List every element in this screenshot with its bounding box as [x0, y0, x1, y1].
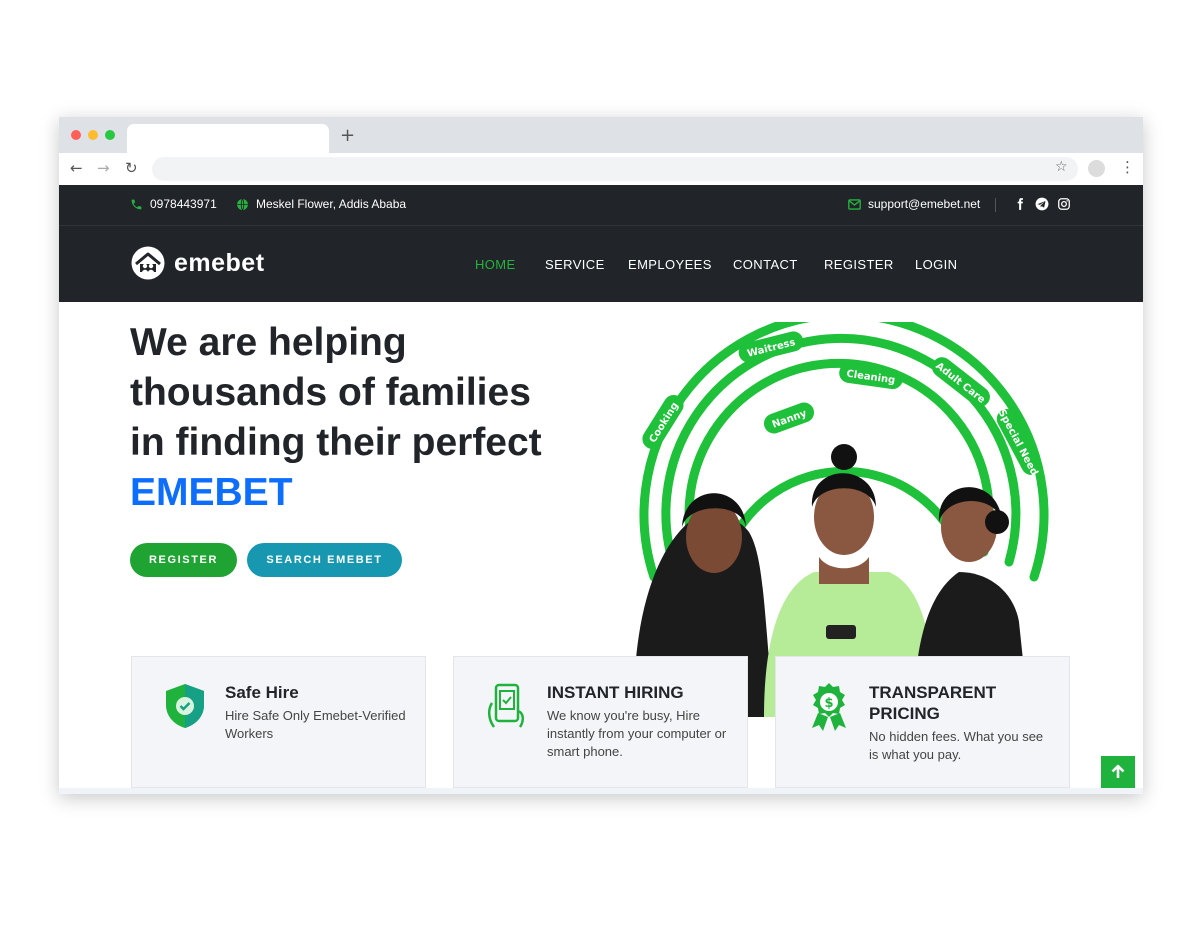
browser-window: + ← → ↻ ☆ ⋮ 0978443971 Meskel Flower, Ad…	[59, 117, 1143, 794]
browser-tab[interactable]	[127, 124, 329, 153]
browser-tab-bar: +	[59, 117, 1143, 153]
hero-heading-line-2: thousands of families	[130, 371, 531, 414]
telegram-icon[interactable]	[1035, 197, 1049, 211]
main-navbar: emebet HOME SERVICE EMPLOYEES CONTACT RE…	[59, 226, 1143, 302]
address-bar[interactable]	[152, 157, 1078, 181]
contact-topbar: 0978443971 Meskel Flower, Addis Ababa su…	[59, 185, 1143, 226]
location-text: Meskel Flower, Addis Ababa	[256, 197, 407, 211]
feature-title: TRANSPARENT PRICING	[869, 683, 997, 723]
nav-employees[interactable]: EMPLOYEES	[628, 257, 712, 272]
hero-heading: We are helping thousands of families in …	[130, 318, 600, 518]
phone-contact[interactable]: 0978443971	[130, 197, 217, 211]
phone-number: 0978443971	[150, 197, 217, 211]
feature-description: Hire Safe Only Emebet-Verified Workers	[225, 708, 406, 741]
browser-menu-button[interactable]: ⋮	[1120, 158, 1135, 176]
ring-label-nanny: Nanny	[763, 402, 815, 434]
email-contact[interactable]: support@emebet.net	[848, 197, 980, 211]
section-divider	[59, 788, 1143, 794]
hero-heading-brand: EMEBET	[130, 471, 293, 514]
instagram-icon[interactable]	[1057, 197, 1071, 211]
feature-title: Safe Hire	[225, 683, 299, 702]
hero-heading-line-3: in finding their perfect	[130, 421, 542, 464]
nav-login[interactable]: LOGIN	[915, 257, 957, 272]
feature-title: INSTANT HIRING	[547, 683, 684, 702]
scroll-to-top-button[interactable]	[1101, 756, 1135, 788]
email-address: support@emebet.net	[868, 197, 981, 211]
nav-home[interactable]: HOME	[475, 257, 516, 272]
bookmark-star-icon[interactable]: ☆	[1055, 159, 1068, 175]
profile-avatar[interactable]	[1088, 160, 1105, 177]
maximize-window-dot[interactable]	[105, 130, 115, 140]
search-emebet-button[interactable]: SEARCH EMEBET	[247, 543, 402, 577]
arrow-up-icon	[1111, 764, 1125, 778]
phone-icon	[131, 199, 142, 209]
feature-description: No hidden fees. What you see is what you…	[869, 729, 1044, 762]
svg-text:$: $	[824, 696, 833, 711]
topbar-divider	[995, 198, 996, 212]
nav-service[interactable]: SERVICE	[545, 257, 605, 272]
close-window-dot[interactable]	[71, 130, 81, 140]
reload-button[interactable]: ↻	[125, 159, 138, 177]
feature-description: We know you're busy, Hire instantly from…	[547, 708, 727, 759]
forward-button[interactable]: →	[97, 159, 110, 177]
nav-contact[interactable]: CONTACT	[733, 257, 798, 272]
location-info: Meskel Flower, Addis Ababa	[236, 197, 406, 211]
nav-register[interactable]: REGISTER	[824, 257, 894, 272]
ring-label-cleaning: Cleaning	[839, 362, 903, 390]
feature-card-instant-hiring: INSTANT HIRING We know you're busy, Hire…	[453, 656, 748, 788]
house-logo-icon	[131, 246, 165, 280]
back-button[interactable]: ←	[70, 159, 83, 177]
globe-icon	[237, 198, 248, 210]
site-logo[interactable]: emebet	[130, 246, 265, 280]
new-tab-button[interactable]: +	[340, 125, 355, 146]
shield-check-icon	[166, 684, 204, 728]
envelope-icon	[848, 198, 861, 210]
feature-card-safe-hire: Safe Hire Hire Safe Only Emebet-Verified…	[131, 656, 426, 788]
minimize-window-dot[interactable]	[88, 130, 98, 140]
facebook-icon[interactable]	[1013, 197, 1027, 211]
logo-text: emebet	[174, 248, 265, 277]
register-button[interactable]: REGISTER	[130, 543, 237, 577]
feature-card-transparent-pricing: $ TRANSPARENT PRICING No hidden fees. Wh…	[775, 656, 1070, 788]
phone-hand-icon	[488, 683, 524, 728]
hero-heading-line-1: We are helping	[130, 321, 407, 364]
price-badge-icon: $	[812, 683, 846, 731]
browser-toolbar: ← → ↻ ☆ ⋮	[59, 153, 1143, 186]
